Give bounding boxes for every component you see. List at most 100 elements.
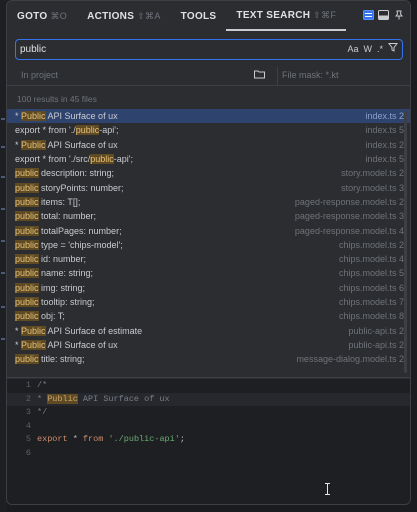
line-number: 6 <box>25 447 31 458</box>
result-file: chips.model.ts 8 <box>338 311 404 322</box>
preview-line: 4 <box>7 420 410 434</box>
preview-line: 2 * Public API Surface of ux <box>7 392 410 406</box>
preview-panel-icon[interactable] <box>378 9 389 20</box>
match-highlight: public <box>15 182 39 193</box>
result-file: index.ts 5 <box>365 154 404 165</box>
result-line-text: export * from './public-api'; <box>15 125 119 136</box>
preview-line: 6 <box>7 447 410 461</box>
result-file: message-dialog.model.ts 2 <box>296 354 404 365</box>
search-input[interactable] <box>20 41 320 57</box>
result-line-text: public tooltip: string; <box>15 297 95 307</box>
result-line-text: public storyPoints: number; <box>15 182 124 193</box>
match-highlight: public <box>15 254 39 265</box>
code-preview: 1/* 2 * Public API Surface of ux 3 */4 5 exp… <box>7 379 410 504</box>
line-number: 2 <box>25 393 31 404</box>
result-file: paged-response.model.ts 2 <box>294 196 404 207</box>
result-row[interactable]: public type = 'chips-model'; chips.model.… <box>7 238 410 252</box>
result-file: chips.model.ts 6 <box>338 282 404 293</box>
result-row[interactable]: public description: string; story.model.t… <box>7 166 410 180</box>
result-row[interactable]: public tooltip: string; chips.model.ts 7 <box>7 295 410 309</box>
scope-bar: In project File mask: *.kt <box>7 67 410 86</box>
result-row[interactable]: public id: number; chips.model.ts 4 <box>7 252 410 266</box>
match-highlight: public <box>15 282 39 293</box>
match-highlight: Public <box>21 111 46 122</box>
result-row[interactable]: * Public API Surface of estimate public-a… <box>7 323 410 337</box>
tab-shortcut: ⇧⌘A <box>137 10 161 21</box>
regex-toggle[interactable]: .* <box>377 42 383 56</box>
match-highlight: public <box>15 239 39 250</box>
result-line-text: public type = 'chips-model'; <box>15 239 123 250</box>
result-file: chips.model.ts 5 <box>338 268 404 279</box>
filter-icon[interactable] <box>388 42 398 56</box>
code-text: /* <box>37 380 47 390</box>
separator <box>277 67 278 85</box>
result-row[interactable]: public total: number; paged-response.mode… <box>7 209 410 223</box>
tab-actions[interactable]: ACTIONS ⇧⌘A <box>77 1 171 31</box>
code-token: * <box>67 434 83 444</box>
code-text: */ <box>37 407 47 417</box>
scope-dropdown[interactable]: In project <box>21 70 58 80</box>
result-line-text: * Public API Surface of ux <box>15 111 118 122</box>
result-row[interactable]: public obj: T; chips.model.ts 8 <box>7 309 410 323</box>
folder-icon[interactable] <box>254 69 265 81</box>
result-line-text: * Public API Surface of ux <box>15 339 118 350</box>
result-file: index.ts 2 <box>365 139 404 150</box>
code-token: './public-api' <box>108 434 180 444</box>
scrollbar[interactable] <box>404 111 407 373</box>
text-cursor-icon <box>324 482 331 495</box>
match-highlight: Public <box>21 339 46 350</box>
result-suffix: img: string; <box>38 282 86 293</box>
result-row[interactable]: public img: string; chips.model.ts 6 <box>7 281 410 295</box>
code-text: * Public API Surface of ux <box>37 393 170 404</box>
match-highlight: public <box>15 311 39 322</box>
result-suffix: items: T[]; <box>38 196 81 207</box>
result-file: index.ts 5 <box>365 125 404 136</box>
result-row[interactable]: * Public API Surface of ux public-api.ts … <box>7 338 410 352</box>
result-suffix: -api'; <box>113 154 133 165</box>
result-row[interactable]: export * from './src/public-api'; index.t… <box>7 152 410 166</box>
pin-window-icon[interactable] <box>393 9 404 20</box>
tab-tools[interactable]: TOOLS <box>171 1 227 31</box>
result-row[interactable]: public totalPages: number; paged-response… <box>7 223 410 237</box>
result-suffix: API Surface of ux <box>45 339 118 350</box>
result-file: story.model.ts 2 <box>341 168 404 179</box>
result-suffix: totalPages: number; <box>38 225 122 236</box>
tab-goto[interactable]: GOTO ⌘O <box>7 1 77 31</box>
result-row[interactable]: public items: T[]; paged-response.model.t… <box>7 195 410 209</box>
result-row[interactable]: * Public API Surface of ux index.ts 2 <box>7 109 410 124</box>
result-line-text: export * from './src/public-api'; <box>15 154 133 165</box>
match-highlight: public <box>15 354 39 365</box>
result-file: paged-response.model.ts 4 <box>294 225 404 236</box>
tab-text-search[interactable]: TEXT SEARCH ⇧⌘F <box>226 1 347 31</box>
match-highlight: public <box>75 125 100 136</box>
match-highlight: public <box>15 297 39 307</box>
result-line-text: public total: number; <box>15 211 97 222</box>
code-text: export * from './public-api'; <box>37 434 185 444</box>
result-row[interactable]: public name: string; chips.model.ts 5 <box>7 266 410 280</box>
result-suffix: -api'; <box>99 125 119 136</box>
preview-divider[interactable] <box>7 377 410 378</box>
match-highlight: public <box>90 154 114 165</box>
code-token: export <box>37 434 68 444</box>
result-suffix: name: string; <box>38 268 94 279</box>
tab-shortcut: ⇧⌘F <box>313 9 337 20</box>
code-token: /* <box>37 380 48 390</box>
result-suffix: id: number; <box>38 254 87 265</box>
result-suffix: total: number; <box>38 211 97 222</box>
result-line-text: public title: string; <box>15 354 85 365</box>
result-prefix: export * from './ <box>15 125 76 136</box>
tab-label: ACTIONS <box>87 10 135 22</box>
result-file: public-api.ts 2 <box>348 339 404 350</box>
result-file: public-api.ts 2 <box>348 325 404 336</box>
result-row[interactable]: public title: string; message-dialog.mode… <box>7 352 410 366</box>
search-field-container: Aa W .* <box>15 39 403 60</box>
match-case-toggle[interactable]: Aa <box>347 42 358 56</box>
list-view-icon[interactable] <box>363 9 374 20</box>
result-file: paged-response.model.ts 3 <box>294 211 404 222</box>
result-row[interactable]: * Public API Surface of ux index.ts 2 <box>7 138 410 152</box>
result-row[interactable]: public storyPoints: number; story.model.t… <box>7 180 410 194</box>
result-row[interactable]: export * from './public-api'; index.ts 5 <box>7 123 410 137</box>
file-mask-field[interactable]: File mask: *.kt <box>282 70 339 80</box>
tab-shortcut: ⌘O <box>50 10 68 21</box>
whole-words-toggle[interactable]: W <box>363 42 372 56</box>
